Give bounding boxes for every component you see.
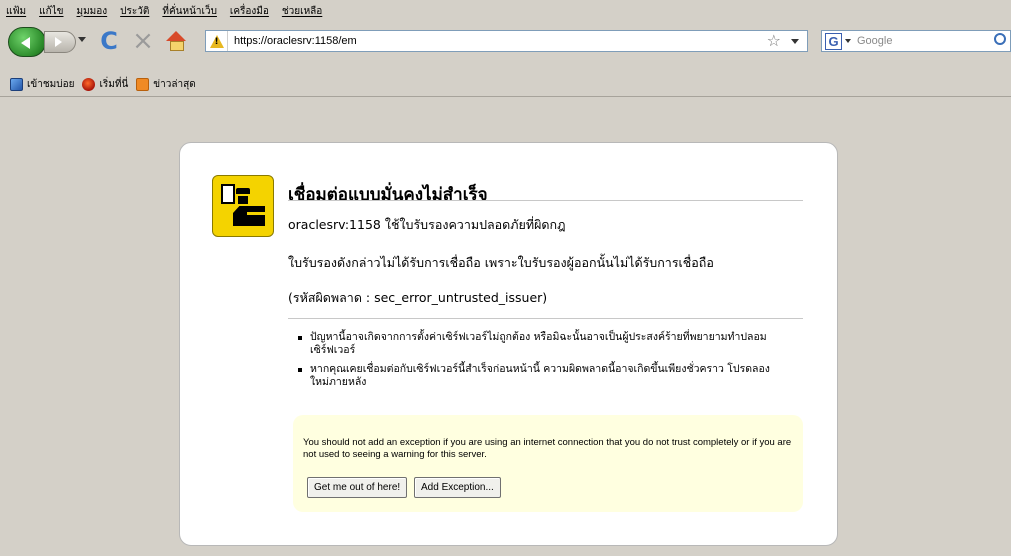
url-text[interactable]: https://oraclesrv:1158/em bbox=[234, 35, 357, 47]
menu-help[interactable]: ช่วยเหลือ bbox=[282, 4, 322, 19]
error-hints-list: ปัญหานี้อาจเกิดจากการตั้งค่าเซิร์ฟเวอร์ไ… bbox=[298, 331, 788, 395]
back-button[interactable] bbox=[8, 27, 46, 57]
menu-bar: แฟ้ม แก้ไข มุมมอง ประวัติ ที่คั่นหน้าเว็… bbox=[0, 0, 1011, 22]
error-title: เชื่อมต่อแบบมั่นคงไม่สำเร็จ bbox=[288, 185, 488, 205]
add-exception-button[interactable]: Add Exception... bbox=[414, 477, 501, 498]
home-button[interactable] bbox=[164, 28, 190, 54]
home-icon bbox=[166, 31, 186, 41]
exception-advice-text: You should not add an exception if you a… bbox=[303, 437, 792, 460]
bookmarks-toolbar: เข้าชมบ่อย เริ่มที่นี่ ข่าวล่าสุด bbox=[0, 73, 1011, 95]
url-dropdown-icon[interactable] bbox=[791, 39, 799, 44]
error-panel: เชื่อมต่อแบบมั่นคงไม่สำเร็จ oraclesrv:11… bbox=[179, 142, 838, 546]
exception-advice-box: You should not add an exception if you a… bbox=[293, 415, 803, 512]
menu-edit[interactable]: แก้ไข bbox=[39, 4, 63, 19]
content-divider bbox=[288, 318, 803, 319]
search-input[interactable]: Google bbox=[857, 35, 892, 47]
site-identity-button[interactable] bbox=[206, 31, 228, 51]
menu-file[interactable]: แฟ้ม bbox=[6, 4, 26, 19]
search-icon[interactable] bbox=[994, 33, 1006, 45]
hint-item: ปัญหานี้อาจเกิดจากการตั้งค่าเซิร์ฟเวอร์ไ… bbox=[298, 331, 788, 357]
error-code: (รหัสผิดพลาด : sec_error_untrusted_issue… bbox=[288, 290, 548, 305]
warning-icon bbox=[209, 34, 224, 48]
bookmark-label: เข้าชมบ่อย bbox=[27, 78, 75, 90]
error-reason: ใบรับรองดังกล่าวไม่ได้รับการเชื่อถือ เพร… bbox=[288, 255, 714, 270]
menu-view[interactable]: มุมมอง bbox=[77, 4, 108, 19]
get-me-out-button[interactable]: Get me out of here! bbox=[307, 477, 408, 498]
error-description: oraclesrv:1158 ใช้ใบรับรองความปลอดภัยที่… bbox=[288, 217, 566, 232]
most-visited-icon bbox=[10, 77, 23, 91]
toolbar-divider bbox=[0, 96, 1011, 97]
bookmark-label: เริ่มที่นี่ bbox=[99, 78, 129, 90]
search-bar[interactable]: G Google bbox=[821, 30, 1011, 52]
security-officer-icon bbox=[212, 175, 274, 237]
firefox-icon bbox=[82, 77, 96, 91]
forward-button[interactable] bbox=[44, 31, 76, 53]
google-engine-icon[interactable]: G bbox=[825, 32, 842, 50]
navigation-toolbar: C × https://oraclesrv:1158/em ☆ G Google bbox=[0, 24, 1011, 60]
menu-bookmarks[interactable]: ที่คั่นหน้าเว็บ bbox=[162, 4, 217, 19]
hint-item: หากคุณเคยเชื่อมต่อกับเซิร์ฟเวอร์นี้สำเร็… bbox=[298, 363, 788, 389]
history-dropdown-icon[interactable] bbox=[78, 37, 86, 42]
stop-button[interactable]: × bbox=[130, 28, 156, 54]
search-engine-dropdown-icon[interactable] bbox=[845, 39, 851, 43]
bookmark-latest-headlines[interactable]: ข่าวล่าสุด bbox=[136, 77, 196, 92]
rss-icon bbox=[136, 77, 150, 91]
bookmark-getting-started[interactable]: เริ่มที่นี่ bbox=[82, 77, 128, 92]
url-bar[interactable]: https://oraclesrv:1158/em ☆ bbox=[205, 30, 808, 52]
reload-button[interactable]: C bbox=[96, 28, 122, 54]
bookmark-star-icon[interactable]: ☆ bbox=[767, 32, 781, 50]
menu-tools[interactable]: เครื่องมือ bbox=[230, 4, 269, 19]
bookmark-most-visited[interactable]: เข้าชมบ่อย bbox=[10, 77, 74, 92]
menu-history[interactable]: ประวัติ bbox=[120, 4, 149, 19]
title-divider bbox=[288, 200, 803, 201]
bookmark-label: ข่าวล่าสุด bbox=[153, 78, 196, 90]
